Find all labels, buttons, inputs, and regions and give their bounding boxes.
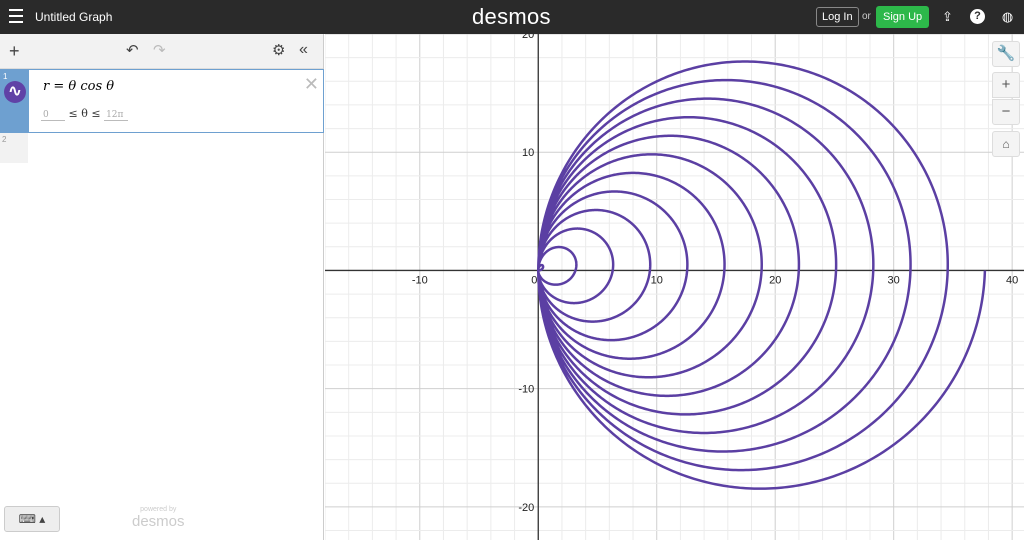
empty-expression-row[interactable]: 2 bbox=[0, 133, 28, 163]
graph-title[interactable]: Untitled Graph bbox=[35, 10, 112, 24]
y-tick-label: 10 bbox=[522, 147, 534, 159]
x-tick-label: 10 bbox=[651, 274, 663, 286]
zoom-in-button[interactable]: + bbox=[992, 72, 1020, 98]
x-tick-label: 20 bbox=[769, 274, 781, 286]
expression-panel: + ↶ ↷ ⚙ « 1 ∿ r = θ cos θ 0 ≤ θ ≤ 12π ✕ … bbox=[0, 34, 324, 540]
zoom-out-button[interactable]: − bbox=[992, 99, 1020, 125]
domain-restriction: 0 ≤ θ ≤ 12π bbox=[41, 107, 129, 121]
collapse-panel-icon[interactable]: « bbox=[299, 41, 308, 59]
expression-toolbar: + ↶ ↷ ⚙ « bbox=[0, 34, 323, 69]
help-icon[interactable]: ? bbox=[970, 9, 985, 24]
delete-expression-icon[interactable]: ✕ bbox=[304, 74, 319, 95]
menu-icon[interactable] bbox=[9, 9, 23, 23]
x-tick-label: -10 bbox=[412, 274, 428, 286]
y-tick-label: -10 bbox=[518, 384, 534, 396]
domain-operator: ≤ θ ≤ bbox=[68, 107, 101, 120]
x-tick-label: 30 bbox=[888, 274, 900, 286]
powered-label: powered by bbox=[140, 506, 177, 513]
undo-icon[interactable]: ↶ bbox=[126, 41, 139, 59]
settings-gear-icon[interactable]: ⚙ bbox=[272, 41, 285, 59]
share-icon[interactable]: ⇪ bbox=[940, 9, 955, 24]
polar-curve bbox=[536, 60, 987, 490]
x-tick-label: 0 bbox=[531, 274, 537, 286]
curve-style-icon[interactable]: ∿ bbox=[4, 81, 26, 103]
x-tick-label: 40 bbox=[1006, 274, 1018, 286]
or-label: or bbox=[862, 11, 871, 22]
y-tick-label: -20 bbox=[518, 502, 534, 514]
desmos-logo: desmos bbox=[472, 4, 551, 29]
expression-row[interactable]: 1 ∿ r = θ cos θ 0 ≤ θ ≤ 12π ✕ bbox=[0, 69, 324, 133]
graph-canvas[interactable]: -10 0 10 20 30 40 20 10 -10 -20 bbox=[325, 34, 1024, 540]
redo-icon[interactable]: ↷ bbox=[153, 41, 166, 59]
footer-logo: desmos bbox=[132, 513, 185, 530]
globe-icon[interactable]: ◍ bbox=[1000, 9, 1015, 24]
y-tick-label: 20 bbox=[522, 34, 534, 41]
login-button[interactable]: Log In bbox=[816, 7, 859, 27]
add-expression-icon[interactable]: + bbox=[9, 41, 20, 62]
keyboard-toggle-button[interactable]: ⌨ ▴ bbox=[4, 506, 60, 532]
powered-by-desmos: powered by desmos bbox=[132, 506, 185, 531]
domain-max-input[interactable]: 12π bbox=[104, 110, 129, 121]
expression-formula[interactable]: r = θ cos θ bbox=[43, 79, 114, 94]
home-view-icon[interactable]: ⌂ bbox=[992, 131, 1020, 157]
top-bar: Untitled Graph desmos Log In or Sign Up … bbox=[0, 0, 1024, 34]
graph-settings-wrench-icon[interactable]: 🔧 bbox=[992, 41, 1020, 67]
signup-button[interactable]: Sign Up bbox=[876, 6, 930, 28]
domain-min-input[interactable]: 0 bbox=[41, 110, 65, 121]
